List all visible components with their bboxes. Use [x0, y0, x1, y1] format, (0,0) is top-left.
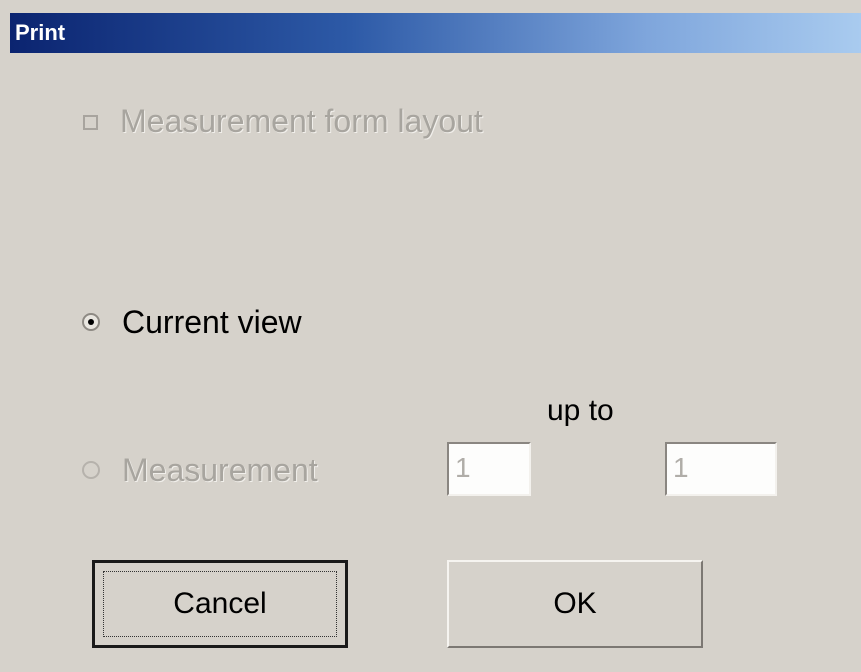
- layout-checkbox-row: Measurement form layout: [83, 102, 483, 139]
- measurement-radio-row: Measurement: [82, 450, 318, 490]
- window-title: Print: [15, 20, 66, 45]
- current-view-radio-row[interactable]: Current view: [82, 302, 302, 342]
- layout-checkbox-label: Measurement form layout: [120, 102, 483, 139]
- current-view-label[interactable]: Current view: [122, 304, 302, 341]
- to-measurement-field: 1: [665, 442, 777, 496]
- cancel-button[interactable]: Cancel: [92, 560, 348, 648]
- up-to-label: up to: [547, 394, 614, 427]
- title-bar[interactable]: Print: [10, 13, 861, 53]
- ok-button-label: OK: [553, 587, 597, 620]
- layout-checkbox: [83, 114, 98, 130]
- measurement-radio: [82, 461, 100, 479]
- current-view-radio[interactable]: [82, 313, 100, 331]
- ok-button[interactable]: OK: [447, 560, 703, 648]
- focus-rectangle: [103, 571, 337, 637]
- from-measurement-field: 1: [447, 442, 531, 496]
- measurement-label: Measurement: [122, 451, 318, 488]
